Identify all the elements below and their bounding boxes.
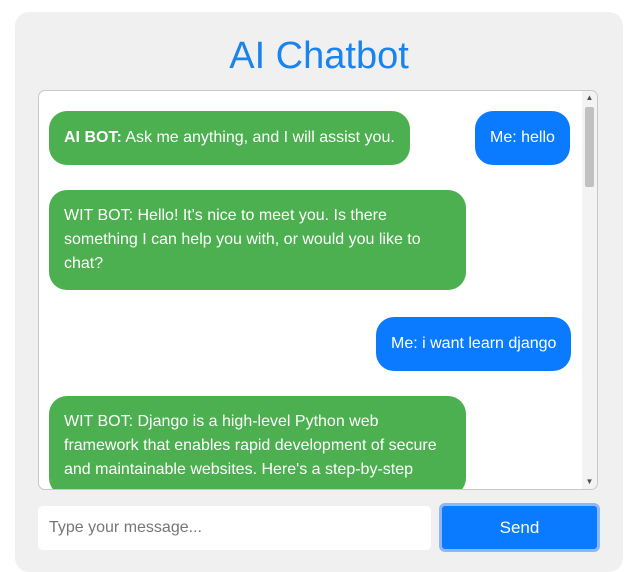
bot-message: AI BOT: Ask me anything, and I will assi… xyxy=(49,111,410,165)
page-title: AI Chatbot xyxy=(229,35,409,77)
user-message: Me: i want learn django xyxy=(376,317,572,371)
triangle-down-icon[interactable]: ▼ xyxy=(582,475,597,489)
bot-message: WIT BOT: Hello! It's nice to meet you. I… xyxy=(49,190,466,290)
send-button[interactable]: Send xyxy=(439,503,600,552)
message-input[interactable] xyxy=(38,506,431,550)
chat-scrollbar[interactable]: ▲ ▼ xyxy=(582,91,597,489)
triangle-up-icon[interactable]: ▲ xyxy=(582,91,597,105)
scroll-thumb[interactable] xyxy=(585,107,594,187)
bot-name-label: AI BOT: xyxy=(64,129,122,146)
chatbot-container: AI Chatbot AI BOT: Ask me anything, and … xyxy=(15,12,623,572)
user-message: Me: hello xyxy=(475,111,570,165)
message-text: Ask me anything, and I will assist you. xyxy=(121,129,395,146)
bot-message: WIT BOT: Django is a high-level Python w… xyxy=(49,396,466,489)
chat-log[interactable]: AI BOT: Ask me anything, and I will assi… xyxy=(38,90,598,490)
